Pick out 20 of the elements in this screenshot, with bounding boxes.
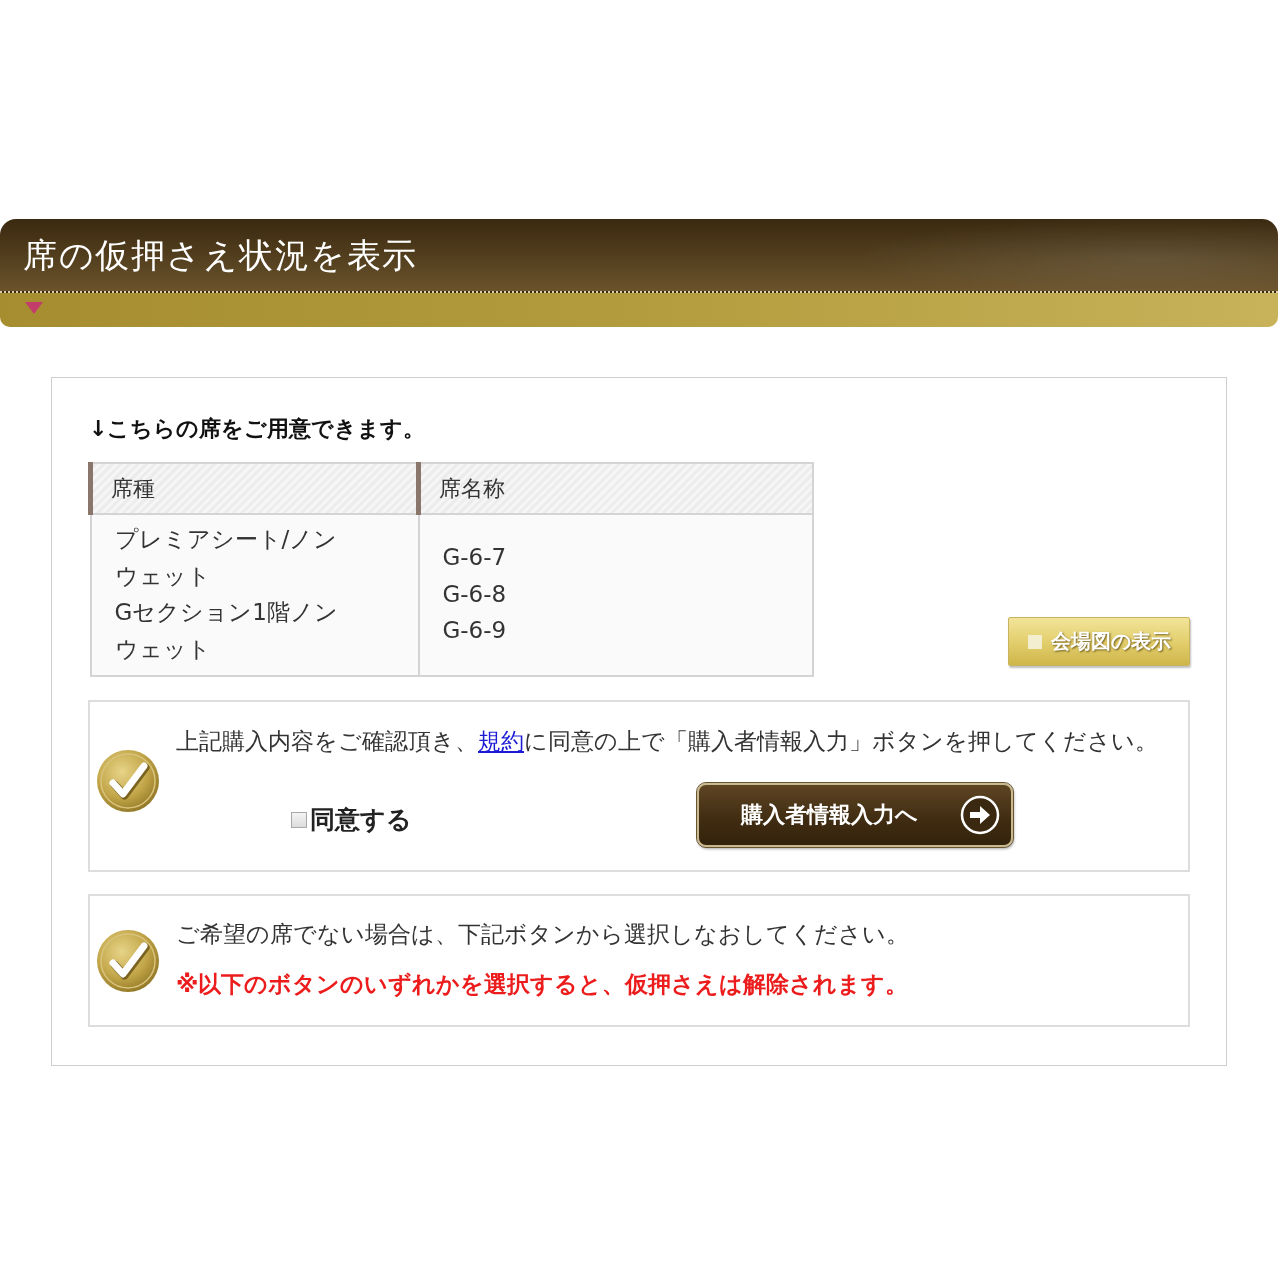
seat-name-text: G-6-8 [442, 579, 508, 609]
terms-link[interactable]: 規約 [478, 728, 524, 754]
reselect-text: ご希望の席でない場合は、下記ボタンから選択しなおしてください。 [176, 920, 910, 949]
seat-type-text: Gセクション1階ノンウェット [114, 598, 339, 664]
seat-type-text: プレミアシート/ノンウェット [114, 525, 339, 591]
intro-text: ↓こちらの席をご用意できます。 [89, 415, 427, 443]
warning-text: ※以下のボタンのいずれかを選択すると、仮押さえは解除されます。 [176, 970, 910, 999]
confirmation-text: 上記購入内容をご確認頂き、規約に同意の上で「購入者情報入力」ボタンを押してください。 [176, 727, 1159, 756]
table-header-cell: 席種 [90, 463, 419, 514]
agree-label: 同意する [310, 804, 412, 836]
agree-checkbox[interactable] [291, 812, 307, 828]
page-title: 席の仮押さえ状況を表示 [23, 234, 418, 277]
seat-name-text: G-6-9 [442, 616, 508, 646]
checkmark-icon [96, 749, 160, 813]
triangle-icon [25, 302, 43, 314]
table-header-cell: 席名称 [418, 463, 813, 514]
seat-name-text: G-6-7 [442, 543, 508, 573]
square-icon [1027, 634, 1042, 649]
checkmark-icon [96, 928, 160, 993]
next-button[interactable]: 購入者情報入力へ [697, 783, 1013, 847]
